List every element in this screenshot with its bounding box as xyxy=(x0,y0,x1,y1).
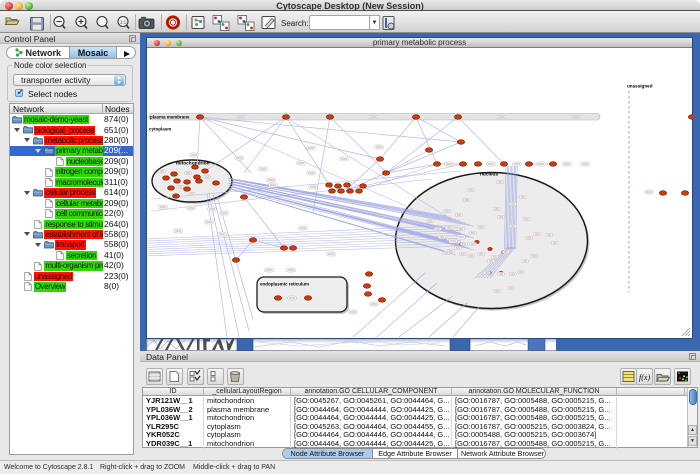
svg-text:1:1: 1:1 xyxy=(120,20,127,25)
svg-text:plasma membrane: plasma membrane xyxy=(150,115,190,120)
svg-text:cytoplasm: cytoplasm xyxy=(149,127,171,132)
svg-text:f(x): f(x) xyxy=(639,373,650,382)
svg-text:nucleus: nucleus xyxy=(480,172,498,178)
svg-text:unassigned: unassigned xyxy=(627,84,653,89)
svg-text:endoplasmic reticulum: endoplasmic reticulum xyxy=(260,282,309,287)
